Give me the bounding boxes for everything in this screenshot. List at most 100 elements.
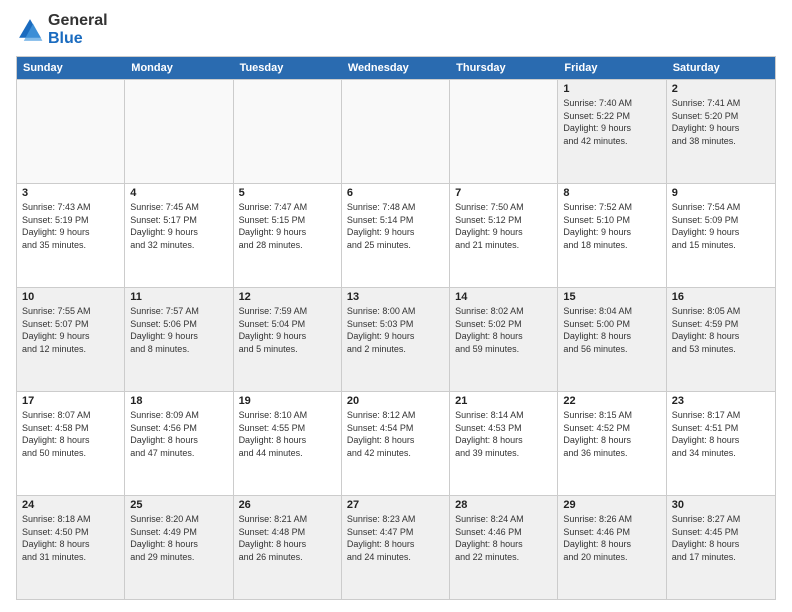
calendar-day-6: 6 Sunrise: 7:48 AMSunset: 5:14 PMDaylight… <box>342 184 450 287</box>
calendar-day-26: 26 Sunrise: 8:21 AMSunset: 4:48 PMDayligh… <box>234 496 342 599</box>
day-info: Sunrise: 7:57 AMSunset: 5:06 PMDaylight:… <box>130 305 227 355</box>
day-number: 16 <box>672 291 770 303</box>
page: General Blue SundayMondayTuesdayWednesda… <box>0 0 792 612</box>
calendar-day-16: 16 Sunrise: 8:05 AMSunset: 4:59 PMDayligh… <box>667 288 775 391</box>
day-info: Sunrise: 7:47 AMSunset: 5:15 PMDaylight:… <box>239 201 336 251</box>
calendar-header: SundayMondayTuesdayWednesdayThursdayFrid… <box>17 57 775 79</box>
calendar-day-22: 22Sunrise: 8:15 AMSunset: 4:52 PMDayligh… <box>558 392 666 495</box>
calendar-cell-empty <box>17 80 125 183</box>
header-day-monday: Monday <box>125 57 233 79</box>
calendar-day-21: 21Sunrise: 8:14 AMSunset: 4:53 PMDayligh… <box>450 392 558 495</box>
calendar-day-30: 30 Sunrise: 8:27 AMSunset: 4:45 PMDayligh… <box>667 496 775 599</box>
calendar-week-2: 10 Sunrise: 7:55 AMSunset: 5:07 PMDayligh… <box>17 287 775 391</box>
day-number: 5 <box>239 187 336 199</box>
calendar-day-23: 23Sunrise: 8:17 AMSunset: 4:51 PMDayligh… <box>667 392 775 495</box>
day-info: Sunrise: 8:21 AMSunset: 4:48 PMDaylight:… <box>239 513 336 563</box>
day-number: 28 <box>455 499 552 511</box>
day-number: 13 <box>347 291 444 303</box>
day-number: 3 <box>22 187 119 199</box>
calendar-day-10: 10 Sunrise: 7:55 AMSunset: 5:07 PMDayligh… <box>17 288 125 391</box>
calendar-day-24: 24Sunrise: 8:18 AMSunset: 4:50 PMDayligh… <box>17 496 125 599</box>
day-number: 2 <box>672 83 770 95</box>
day-info: Sunrise: 7:48 AMSunset: 5:14 PMDaylight:… <box>347 201 444 251</box>
day-info: Sunrise: 7:52 AMSunset: 5:10 PMDaylight:… <box>563 201 660 251</box>
day-info: Sunrise: 7:43 AMSunset: 5:19 PMDaylight:… <box>22 201 119 251</box>
header-day-tuesday: Tuesday <box>234 57 342 79</box>
calendar-week-4: 24Sunrise: 8:18 AMSunset: 4:50 PMDayligh… <box>17 495 775 599</box>
header-day-friday: Friday <box>558 57 666 79</box>
calendar-day-20: 20 Sunrise: 8:12 AMSunset: 4:54 PMDayligh… <box>342 392 450 495</box>
day-info: Sunrise: 7:40 AMSunset: 5:22 PMDaylight:… <box>563 97 660 147</box>
day-info: Sunrise: 8:09 AMSunset: 4:56 PMDaylight:… <box>130 409 227 459</box>
calendar-day-1: 1 Sunrise: 7:40 AMSunset: 5:22 PMDaylight… <box>558 80 666 183</box>
calendar-cell-empty <box>125 80 233 183</box>
day-info: Sunrise: 7:50 AMSunset: 5:12 PMDaylight:… <box>455 201 552 251</box>
calendar-cell-empty <box>450 80 558 183</box>
day-info: Sunrise: 7:54 AMSunset: 5:09 PMDaylight:… <box>672 201 770 251</box>
day-info: Sunrise: 8:10 AMSunset: 4:55 PMDaylight:… <box>239 409 336 459</box>
calendar-day-11: 11 Sunrise: 7:57 AMSunset: 5:06 PMDayligh… <box>125 288 233 391</box>
logo: General Blue <box>16 12 108 48</box>
day-info: Sunrise: 8:00 AMSunset: 5:03 PMDaylight:… <box>347 305 444 355</box>
calendar-cell-empty <box>234 80 342 183</box>
day-info: Sunrise: 8:20 AMSunset: 4:49 PMDaylight:… <box>130 513 227 563</box>
logo-text: General Blue <box>48 12 108 48</box>
calendar-day-3: 3 Sunrise: 7:43 AMSunset: 5:19 PMDaylight… <box>17 184 125 287</box>
day-info: Sunrise: 7:41 AMSunset: 5:20 PMDaylight:… <box>672 97 770 147</box>
day-info: Sunrise: 8:15 AMSunset: 4:52 PMDaylight:… <box>563 409 660 459</box>
day-info: Sunrise: 7:45 AMSunset: 5:17 PMDaylight:… <box>130 201 227 251</box>
day-number: 8 <box>563 187 660 199</box>
calendar-day-18: 18 Sunrise: 8:09 AMSunset: 4:56 PMDayligh… <box>125 392 233 495</box>
day-info: Sunrise: 8:12 AMSunset: 4:54 PMDaylight:… <box>347 409 444 459</box>
calendar-day-25: 25 Sunrise: 8:20 AMSunset: 4:49 PMDayligh… <box>125 496 233 599</box>
calendar-week-1: 3 Sunrise: 7:43 AMSunset: 5:19 PMDaylight… <box>17 183 775 287</box>
calendar-day-27: 27 Sunrise: 8:23 AMSunset: 4:47 PMDayligh… <box>342 496 450 599</box>
calendar-day-15: 15 Sunrise: 8:04 AMSunset: 5:00 PMDayligh… <box>558 288 666 391</box>
calendar-day-2: 2 Sunrise: 7:41 AMSunset: 5:20 PMDaylight… <box>667 80 775 183</box>
logo-icon <box>16 16 44 44</box>
day-number: 12 <box>239 291 336 303</box>
day-number: 25 <box>130 499 227 511</box>
day-number: 19 <box>239 395 336 407</box>
day-info: Sunrise: 8:27 AMSunset: 4:45 PMDaylight:… <box>672 513 770 563</box>
calendar: SundayMondayTuesdayWednesdayThursdayFrid… <box>16 56 776 600</box>
day-number: 4 <box>130 187 227 199</box>
calendar-day-28: 28 Sunrise: 8:24 AMSunset: 4:46 PMDayligh… <box>450 496 558 599</box>
day-info: Sunrise: 7:55 AMSunset: 5:07 PMDaylight:… <box>22 305 119 355</box>
header-day-sunday: Sunday <box>17 57 125 79</box>
header-day-wednesday: Wednesday <box>342 57 450 79</box>
day-number: 26 <box>239 499 336 511</box>
day-number: 20 <box>347 395 444 407</box>
day-info: Sunrise: 8:04 AMSunset: 5:00 PMDaylight:… <box>563 305 660 355</box>
day-number: 1 <box>563 83 660 95</box>
day-number: 14 <box>455 291 552 303</box>
day-number: 29 <box>563 499 660 511</box>
calendar-day-17: 17 Sunrise: 8:07 AMSunset: 4:58 PMDayligh… <box>17 392 125 495</box>
calendar-cell-empty <box>342 80 450 183</box>
day-info: Sunrise: 8:17 AMSunset: 4:51 PMDaylight:… <box>672 409 770 459</box>
day-number: 9 <box>672 187 770 199</box>
day-info: Sunrise: 7:59 AMSunset: 5:04 PMDaylight:… <box>239 305 336 355</box>
day-info: Sunrise: 8:14 AMSunset: 4:53 PMDaylight:… <box>455 409 552 459</box>
day-info: Sunrise: 8:23 AMSunset: 4:47 PMDaylight:… <box>347 513 444 563</box>
calendar-day-8: 8 Sunrise: 7:52 AMSunset: 5:10 PMDaylight… <box>558 184 666 287</box>
day-number: 18 <box>130 395 227 407</box>
day-number: 30 <box>672 499 770 511</box>
day-number: 17 <box>22 395 119 407</box>
day-number: 11 <box>130 291 227 303</box>
calendar-body: 1 Sunrise: 7:40 AMSunset: 5:22 PMDaylight… <box>17 79 775 599</box>
day-info: Sunrise: 8:05 AMSunset: 4:59 PMDaylight:… <box>672 305 770 355</box>
header-day-saturday: Saturday <box>667 57 775 79</box>
day-info: Sunrise: 8:26 AMSunset: 4:46 PMDaylight:… <box>563 513 660 563</box>
day-info: Sunrise: 8:07 AMSunset: 4:58 PMDaylight:… <box>22 409 119 459</box>
day-number: 27 <box>347 499 444 511</box>
day-number: 15 <box>563 291 660 303</box>
day-info: Sunrise: 8:24 AMSunset: 4:46 PMDaylight:… <box>455 513 552 563</box>
calendar-day-14: 14 Sunrise: 8:02 AMSunset: 5:02 PMDayligh… <box>450 288 558 391</box>
calendar-week-3: 17 Sunrise: 8:07 AMSunset: 4:58 PMDayligh… <box>17 391 775 495</box>
calendar-day-12: 12 Sunrise: 7:59 AMSunset: 5:04 PMDayligh… <box>234 288 342 391</box>
day-number: 10 <box>22 291 119 303</box>
day-info: Sunrise: 8:02 AMSunset: 5:02 PMDaylight:… <box>455 305 552 355</box>
calendar-day-29: 29 Sunrise: 8:26 AMSunset: 4:46 PMDayligh… <box>558 496 666 599</box>
day-number: 6 <box>347 187 444 199</box>
